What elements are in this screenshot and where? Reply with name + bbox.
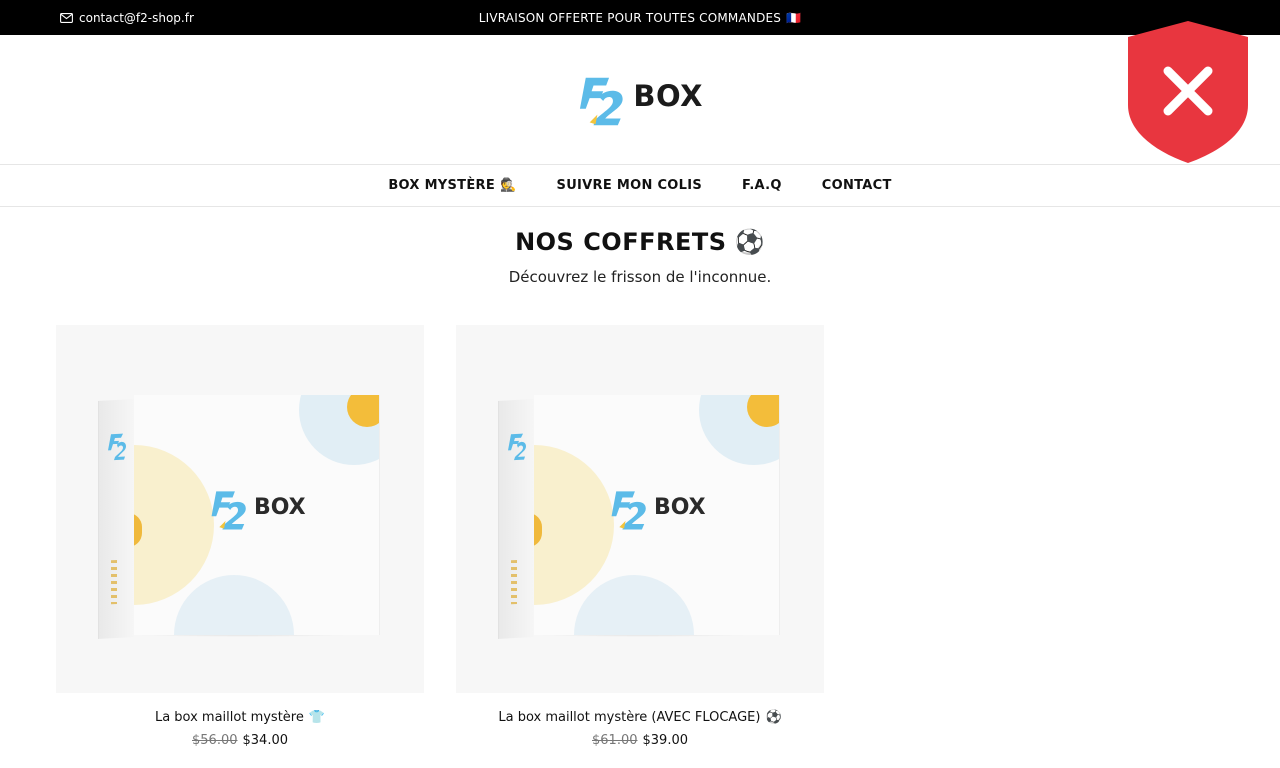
sale-price: $39.00 xyxy=(642,733,689,748)
shield-x-icon xyxy=(1128,21,1248,163)
f2-side-logo-icon xyxy=(508,433,526,461)
site-header: BOX xyxy=(0,35,1280,165)
detective-icon: 🕵️ xyxy=(500,178,517,193)
f2-logo-mark-icon xyxy=(579,77,623,126)
site-logo[interactable]: BOX xyxy=(578,73,703,129)
compare-at-price: $61.00 xyxy=(592,733,638,748)
nav-item-box-mystere[interactable]: BOX MYSTÈRE 🕵️ xyxy=(388,178,516,193)
nav-item-suivre-mon-colis[interactable]: SUIVRE MON COLIS xyxy=(557,178,703,193)
announcement-bar: contact@f2-shop.fr LIVRAISON OFFERTE POU… xyxy=(0,0,1280,35)
f2-side-logo-icon xyxy=(108,433,126,461)
product-card[interactable]: BOX La box maillot mystère (AVEC FLOCAGE… xyxy=(456,325,824,748)
compare-at-price: $56.00 xyxy=(192,733,238,748)
product-card[interactable]: BOX La box maillot mystère 👕 $56.00 $34.… xyxy=(56,325,424,748)
shipping-announcement: LIVRAISON OFFERTE POUR TOUTES COMMANDES … xyxy=(0,0,1280,35)
mystery-box-illustration: BOX xyxy=(498,395,783,640)
mystery-box-illustration: BOX xyxy=(98,395,383,640)
product-prices: $56.00 $34.00 xyxy=(56,733,424,748)
product-prices: $61.00 $39.00 xyxy=(456,733,824,748)
sale-price: $34.00 xyxy=(242,733,289,748)
product-image[interactable]: BOX xyxy=(456,325,824,693)
product-image[interactable]: BOX xyxy=(56,325,424,693)
section-subtitle: Découvrez le frisson de l'inconnue. xyxy=(508,268,772,286)
product-title: La box maillot mystère xyxy=(154,710,304,725)
product-name[interactable]: La box maillot mystère 👕 xyxy=(56,710,424,725)
nav-item-label: CONTACT xyxy=(821,178,892,193)
soccer-ball-icon: ⚽ xyxy=(734,228,765,256)
product-title: La box maillot mystère (AVEC FLOCAGE) xyxy=(498,710,761,725)
french-flag-icon: 🇫🇷 xyxy=(786,10,802,25)
announcement-text: LIVRAISON OFFERTE POUR TOUTES COMMANDES xyxy=(478,10,782,25)
soccer-ball-icon: ⚽ xyxy=(765,710,782,725)
section-title-text: NOS COFFRETS xyxy=(515,228,727,256)
nav-item-label: SUIVRE MON COLIS xyxy=(556,178,703,193)
f2-box-logo-icon xyxy=(611,491,646,530)
box-label: BOX xyxy=(654,494,706,520)
nav-item-contact[interactable]: CONTACT xyxy=(822,178,892,193)
nav-item-faq[interactable]: F.A.Q xyxy=(742,178,782,193)
nav-item-label: BOX MYSTÈRE xyxy=(388,178,496,193)
f2-box-logo-icon xyxy=(211,491,246,530)
logo-wordmark: BOX xyxy=(633,79,703,113)
shirt-icon: 👕 xyxy=(308,710,326,725)
box-label: BOX xyxy=(254,494,306,520)
section-title: NOS COFFRETS ⚽ xyxy=(0,228,1280,256)
product-name[interactable]: La box maillot mystère (AVEC FLOCAGE) ⚽ xyxy=(456,710,824,725)
main-navigation: BOX MYSTÈRE 🕵️ SUIVRE MON COLIS F.A.Q CO… xyxy=(0,165,1280,207)
nav-item-label: F.A.Q xyxy=(742,178,782,193)
